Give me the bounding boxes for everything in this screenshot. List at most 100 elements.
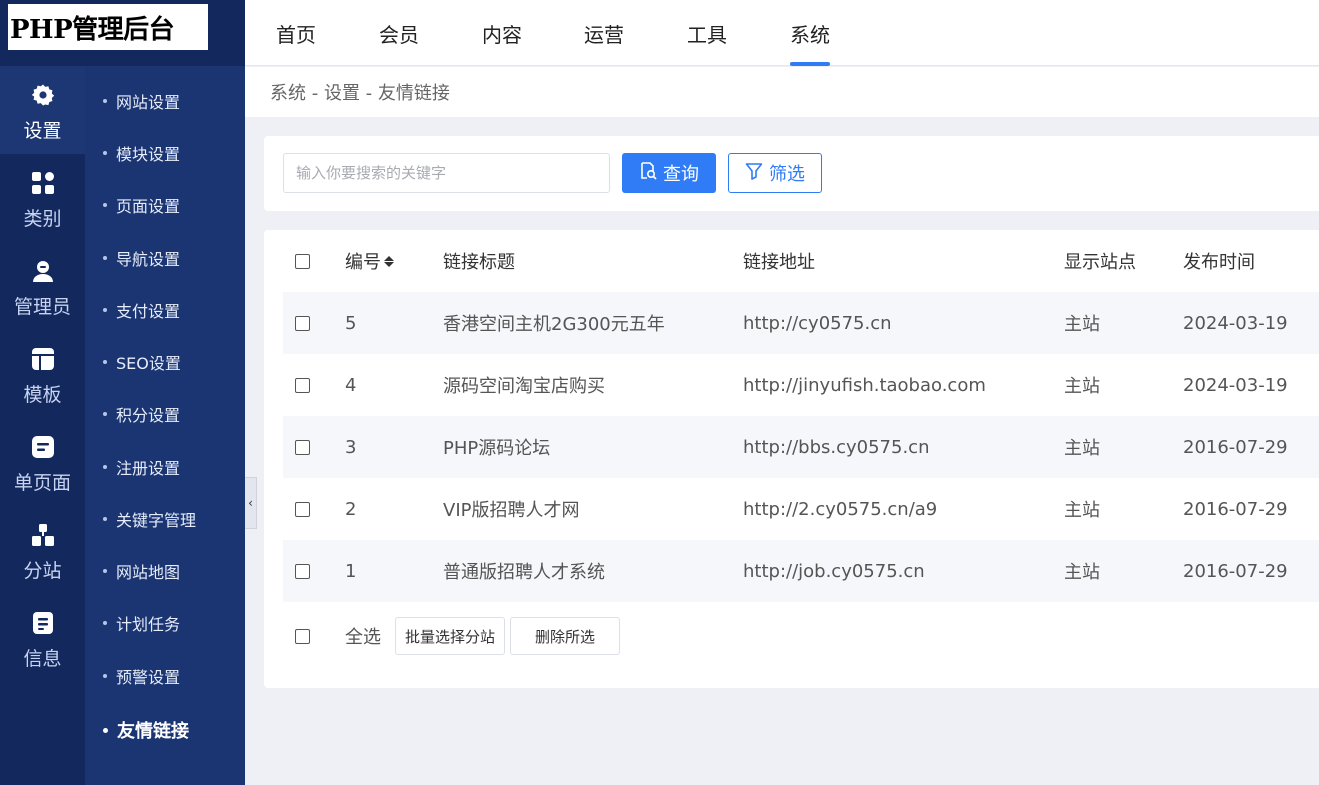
submenu-item-label: 预警设置 bbox=[116, 668, 181, 687]
submenu-item-label: 积分设置 bbox=[116, 406, 181, 425]
category-icon bbox=[30, 170, 56, 196]
submenu-item-site-settings[interactable]: 网站设置 bbox=[103, 86, 180, 116]
rail-item-label: 模板 bbox=[23, 384, 62, 406]
cell-site: 主站 bbox=[1064, 500, 1100, 521]
submenu-item-label: 页面设置 bbox=[116, 197, 181, 216]
bullet-dot bbox=[103, 569, 107, 573]
select-all-checkbox[interactable] bbox=[295, 629, 310, 644]
row-checkbox[interactable] bbox=[295, 440, 310, 455]
submenu-item-module-settings[interactable]: 模块设置 bbox=[103, 138, 180, 168]
cell-url: http://cy0575.cn bbox=[743, 312, 892, 334]
row-checkbox[interactable] bbox=[295, 378, 310, 393]
bullet-dot bbox=[103, 674, 107, 678]
batch-select-site-button[interactable]: 批量选择分站 bbox=[395, 617, 505, 655]
submenu-item-label: 友情链接 bbox=[117, 721, 189, 742]
row-checkbox[interactable] bbox=[295, 316, 310, 331]
column-header-url: 链接地址 bbox=[743, 252, 815, 273]
sidebar-collapse-handle[interactable]: ‹ bbox=[245, 477, 257, 529]
query-button-label: 查询 bbox=[663, 164, 699, 184]
rail-item-single-page[interactable]: 单页面 bbox=[0, 418, 85, 506]
filter-button[interactable]: 筛选 bbox=[728, 153, 822, 193]
rail-item-template[interactable]: 模板 bbox=[0, 330, 85, 418]
cell-date: 2016-07-29 bbox=[1183, 498, 1288, 520]
cell-title: 普通版招聘人才系统 bbox=[443, 562, 605, 583]
rail-item-admin[interactable]: 管理员 bbox=[0, 242, 85, 330]
submenu-item-label: 网站地图 bbox=[116, 563, 181, 582]
rail-item-info[interactable]: 信息 bbox=[0, 594, 85, 682]
gear-icon bbox=[30, 82, 56, 108]
row-checkbox[interactable] bbox=[295, 502, 310, 517]
cell-title: 源码空间淘宝店购买 bbox=[443, 376, 605, 397]
query-button[interactable]: 查询 bbox=[622, 153, 716, 193]
settings-submenu: 网站设置 模块设置 页面设置 导航设置 支付设置 SEO设置 积分设置 注册设置… bbox=[85, 66, 245, 785]
tab-content[interactable]: 内容 bbox=[482, 0, 522, 66]
submenu-item-register-settings[interactable]: 注册设置 bbox=[103, 452, 180, 482]
rail-item-category[interactable]: 类别 bbox=[0, 154, 85, 242]
submenu-item-seo-settings[interactable]: SEO设置 bbox=[103, 347, 181, 377]
cell-site: 主站 bbox=[1064, 376, 1100, 397]
submenu-item-payment-settings[interactable]: 支付设置 bbox=[103, 295, 180, 325]
column-header-title: 链接标题 bbox=[443, 252, 515, 273]
cell-url: http://2.cy0575.cn/a9 bbox=[743, 498, 938, 520]
tab-tools[interactable]: 工具 bbox=[687, 0, 727, 66]
table-row[interactable]: 1 普通版招聘人才系统 http://job.cy0575.cn 主站 2016… bbox=[283, 540, 1319, 602]
cell-id: 1 bbox=[345, 560, 357, 582]
bullet-dot bbox=[103, 256, 107, 260]
bullet-dot bbox=[103, 412, 107, 416]
column-header-date: 发布时间 bbox=[1183, 252, 1255, 273]
cell-url: http://jinyufish.taobao.com bbox=[743, 374, 986, 396]
cell-title: PHP源码论坛 bbox=[443, 438, 551, 459]
bullet-dot bbox=[103, 465, 107, 469]
search-doc-icon bbox=[639, 161, 663, 185]
cell-date: 2016-07-29 bbox=[1183, 560, 1288, 582]
tab-home[interactable]: 首页 bbox=[276, 0, 316, 66]
submenu-item-label: 模块设置 bbox=[116, 145, 181, 164]
cell-url: http://bbs.cy0575.cn bbox=[743, 436, 930, 458]
template-icon bbox=[30, 346, 56, 372]
substation-icon bbox=[30, 522, 56, 548]
bullet-dot bbox=[103, 517, 107, 521]
submenu-item-page-settings[interactable]: 页面设置 bbox=[103, 190, 180, 220]
rail-item-settings[interactable]: 设置 bbox=[0, 66, 85, 154]
tab-operations[interactable]: 运营 bbox=[584, 0, 624, 66]
cell-date: 2024-03-19 bbox=[1183, 374, 1288, 396]
bullet-dot bbox=[103, 621, 107, 625]
submenu-item-friend-links[interactable]: 友情链接 bbox=[103, 715, 189, 745]
table-row[interactable]: 3 PHP源码论坛 http://bbs.cy0575.cn 主站 2016-0… bbox=[283, 416, 1319, 478]
single-page-icon bbox=[30, 434, 56, 460]
bullet-dot bbox=[103, 727, 108, 733]
submenu-item-label: 注册设置 bbox=[116, 459, 181, 478]
tab-members[interactable]: 会员 bbox=[379, 0, 419, 66]
search-panel: 查询 筛选 bbox=[264, 136, 1319, 211]
row-checkbox[interactable] bbox=[295, 564, 310, 579]
delete-selected-button[interactable]: 删除所选 bbox=[510, 617, 620, 655]
admin-user-icon bbox=[30, 258, 56, 284]
submenu-item-points-settings[interactable]: 积分设置 bbox=[103, 399, 180, 429]
sort-icon bbox=[384, 255, 394, 267]
submenu-item-scheduled-tasks[interactable]: 计划任务 bbox=[103, 608, 180, 638]
rail-item-label: 类别 bbox=[23, 208, 62, 230]
table-row[interactable]: 4 源码空间淘宝店购买 http://jinyufish.taobao.com … bbox=[283, 354, 1319, 416]
info-icon bbox=[30, 610, 56, 636]
search-input[interactable] bbox=[283, 153, 610, 193]
table-row[interactable]: 2 VIP版招聘人才网 http://2.cy0575.cn/a9 主站 201… bbox=[283, 478, 1319, 540]
bullet-dot bbox=[103, 308, 107, 312]
submenu-item-label: SEO设置 bbox=[116, 354, 181, 373]
select-all-label[interactable]: 全选 bbox=[345, 617, 381, 655]
rail-item-substation[interactable]: 分站 bbox=[0, 506, 85, 594]
rail-item-label: 分站 bbox=[23, 560, 62, 582]
submenu-item-nav-settings[interactable]: 导航设置 bbox=[103, 243, 180, 273]
column-header-id[interactable]: 编号 bbox=[345, 230, 394, 292]
chevron-left-icon: ‹ bbox=[248, 496, 253, 510]
submenu-item-alert-settings[interactable]: 预警设置 bbox=[103, 661, 180, 691]
submenu-item-label: 支付设置 bbox=[116, 302, 181, 321]
top-nav: 首页 会员 内容 运营 工具 系统 bbox=[245, 0, 1319, 66]
table-footer-actions: 全选 批量选择分站 删除所选 bbox=[283, 617, 1319, 655]
submenu-item-keyword-management[interactable]: 关键字管理 bbox=[103, 504, 196, 534]
select-all-header-checkbox[interactable] bbox=[295, 254, 310, 269]
tab-system[interactable]: 系统 bbox=[790, 0, 830, 66]
rail-item-label: 单页面 bbox=[13, 472, 71, 494]
cell-id: 4 bbox=[345, 374, 357, 396]
submenu-item-sitemap[interactable]: 网站地图 bbox=[103, 556, 180, 586]
table-row[interactable]: 5 香港空间主机2G300元五年 http://cy0575.cn 主站 202… bbox=[283, 292, 1319, 354]
